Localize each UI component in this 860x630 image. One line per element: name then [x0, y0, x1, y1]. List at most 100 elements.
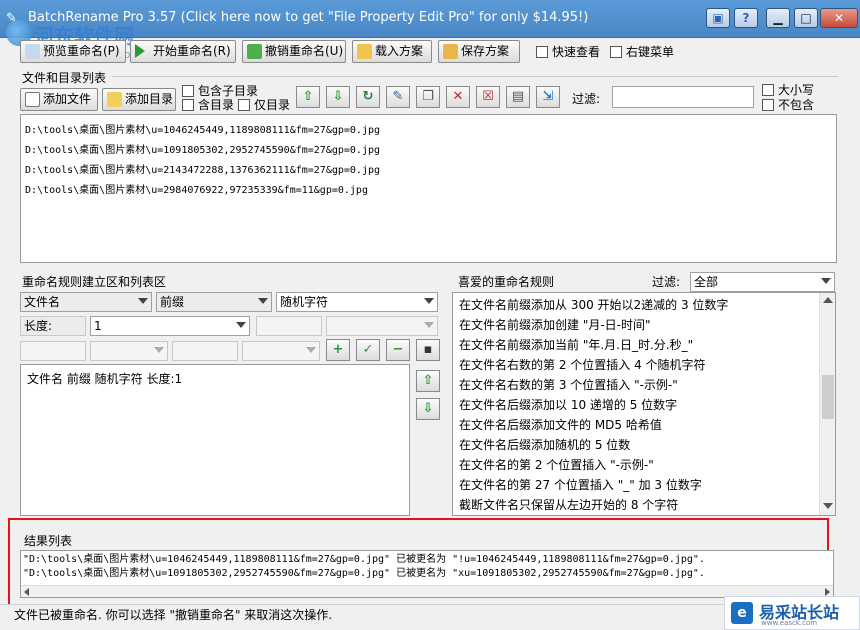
- load-scheme-button[interactable]: 载入方案: [352, 40, 432, 63]
- scroll-up-icon[interactable]: [823, 297, 833, 303]
- results-list[interactable]: "D:\tools\桌面\图片素材\u=1046245449,118980811…: [20, 550, 834, 598]
- favorite-rule-item[interactable]: 在文件名后缀添加文件的 MD5 哈希值: [453, 415, 835, 435]
- status-text: 文件已被重命名. 你可以选择 "撤销重命名" 来取消这次操作.: [14, 608, 333, 622]
- start-rename-button[interactable]: 开始重命名(R): [130, 40, 236, 63]
- result-list-item[interactable]: "D:\tools\桌面\图片素材\u=1046245449,118980811…: [23, 553, 833, 567]
- context-menu-checkbox[interactable]: 右键菜单: [610, 45, 674, 59]
- favorite-rule-item[interactable]: 在文件名右数的第 3 个位置插入 "-示例-": [453, 375, 835, 395]
- update-icon[interactable]: ▣: [706, 8, 730, 28]
- rule-items: 文件名 前缀 随机字符 长度:1: [27, 370, 409, 388]
- paste-icon[interactable]: ▤: [506, 86, 530, 108]
- chevron-down-icon: [138, 298, 148, 304]
- chevron-down-icon: [424, 322, 434, 328]
- window-title[interactable]: BatchRename Pro 3.57 (Click here now to …: [28, 10, 588, 25]
- remove-rule-icon[interactable]: −: [386, 339, 410, 361]
- file-list-item[interactable]: D:\tools\桌面\图片素材\u=1091805302,2952745590…: [25, 141, 836, 161]
- include-subdir-checkbox[interactable]: 包含子目录: [182, 84, 258, 98]
- file-filter-input[interactable]: [612, 86, 754, 108]
- file-items: D:\tools\桌面\图片素材\u=1046245449,1189808111…: [25, 121, 836, 201]
- maximize-button[interactable]: □: [794, 8, 818, 28]
- include-dir-checkbox[interactable]: 含目录: [182, 98, 234, 112]
- minimize-button[interactable]: ▁: [766, 8, 790, 28]
- case-sensitive-checkbox[interactable]: 大小写: [762, 83, 814, 97]
- clear-list-icon[interactable]: ☒: [476, 86, 500, 108]
- undo-icon: [247, 44, 262, 59]
- favorite-rule-item[interactable]: 截断文件名只保留从左边开始的 8 个字符: [453, 495, 835, 515]
- add-file-button[interactable]: 添加文件: [20, 88, 98, 111]
- corner-logo-url: www.easck.com: [761, 619, 818, 627]
- file-list-item[interactable]: D:\tools\桌面\图片素材\u=2143472288,1376362111…: [25, 161, 836, 181]
- undo-rename-button[interactable]: 撤销重命名(U): [242, 40, 346, 63]
- favorite-rule-item[interactable]: 在文件名后缀添加以 10 递增的 5 位数字: [453, 395, 835, 415]
- load-icon: [357, 44, 372, 59]
- close-button[interactable]: ✕: [820, 8, 858, 28]
- rule-position-select[interactable]: 前缀: [156, 292, 272, 312]
- favorites-filter-label: 过滤:: [652, 275, 681, 289]
- file-list[interactable]: D:\tools\桌面\图片素材\u=1046245449,1189808111…: [20, 114, 837, 263]
- favorite-rule-item[interactable]: 在文件名的第 2 个位置插入 "-示例-": [453, 455, 835, 475]
- export-icon[interactable]: ⇲: [536, 86, 560, 108]
- scroll-thumb[interactable]: [822, 375, 834, 419]
- favorite-rule-item[interactable]: 在文件名前缀添加创建 "月-日-时间": [453, 315, 835, 335]
- rule-move-up-icon[interactable]: ⇧: [416, 370, 440, 392]
- save-scheme-button[interactable]: 保存方案: [438, 40, 520, 63]
- refresh-icon[interactable]: ↻: [356, 86, 380, 108]
- scroll-down-icon[interactable]: [823, 503, 833, 509]
- file-list-item[interactable]: D:\tools\桌面\图片素材\u=1046245449,1189808111…: [25, 121, 836, 141]
- param-input-2: [20, 341, 86, 361]
- rule-move-down-icon[interactable]: ⇩: [416, 398, 440, 420]
- copy-icon[interactable]: ❐: [416, 86, 440, 108]
- favorite-rule-item[interactable]: 在文件名右数的第 2 个位置插入 4 个随机字符: [453, 355, 835, 375]
- rule-type-select[interactable]: 随机字符: [276, 292, 438, 312]
- favorite-rule-item[interactable]: 在文件名的第 27 个位置插入 "_" 加 3 位数字: [453, 475, 835, 495]
- results-title: 结果列表: [24, 534, 73, 548]
- favorite-rule-item[interactable]: 在文件名后缀添加随机的 5 位数: [453, 435, 835, 455]
- corner-logo: e 易采站长站 www.easck.com: [724, 596, 860, 630]
- rules-section-title: 重命名规则建立区和列表区: [22, 275, 167, 289]
- rule-list-item[interactable]: 文件名 前缀 随机字符 长度:1: [27, 370, 409, 388]
- scroll-right-icon[interactable]: [825, 588, 830, 596]
- exclude-checkbox[interactable]: 不包含: [762, 98, 814, 112]
- preview-rename-button[interactable]: 预览重命名(P): [20, 40, 126, 63]
- favorites-scrollbar[interactable]: [819, 293, 835, 515]
- result-items: "D:\tools\桌面\图片素材\u=1046245449,118980811…: [23, 553, 833, 581]
- move-down-icon[interactable]: ⇩: [326, 86, 350, 108]
- chevron-down-icon: [821, 278, 831, 284]
- length-label-box: 长度:: [20, 316, 86, 336]
- results-hscrollbar[interactable]: [21, 585, 833, 597]
- favorites-list[interactable]: 在文件名前缀添加从 300 开始以2递减的 3 位数字 在文件名前缀添加创建 "月…: [452, 292, 836, 516]
- corner-logo-icon: e: [731, 602, 753, 624]
- favorite-rule-item[interactable]: 在文件名前缀添加当前 "年.月.日_时.分.秒_": [453, 335, 835, 355]
- add-dir-button[interactable]: 添加目录: [102, 88, 176, 111]
- delete-icon[interactable]: ✕: [446, 86, 470, 108]
- apply-rule-icon[interactable]: ✓: [356, 339, 380, 361]
- favorite-rule-item[interactable]: 在文件名前缀添加从 300 开始以2递减的 3 位数字: [453, 295, 835, 315]
- favorites-title: 喜爱的重命名规则: [458, 275, 555, 289]
- dir-only-checkbox[interactable]: 仅目录: [238, 98, 290, 112]
- play-icon: [135, 44, 145, 58]
- preview-icon: [25, 44, 40, 59]
- help-icon[interactable]: ?: [734, 8, 758, 28]
- add-file-icon: [25, 92, 40, 107]
- files-section-title: 文件和目录列表: [22, 71, 107, 85]
- rule-list[interactable]: 文件名 前缀 随机字符 长度:1: [20, 364, 410, 516]
- edit-icon[interactable]: ✎: [386, 86, 410, 108]
- result-list-item[interactable]: "D:\tools\桌面\图片素材\u=1091805302,295274559…: [23, 567, 833, 581]
- files-section-divider: [112, 76, 838, 77]
- param-input-3: [172, 341, 238, 361]
- param-select-3: [242, 341, 320, 361]
- length-select[interactable]: 1: [90, 316, 250, 336]
- chevron-down-icon: [236, 322, 246, 328]
- chevron-down-icon: [306, 347, 316, 353]
- move-up-icon[interactable]: ⇧: [296, 86, 320, 108]
- quick-view-checkbox[interactable]: 快速查看: [536, 45, 600, 59]
- save-rule-icon[interactable]: ▪: [416, 339, 440, 361]
- save-scheme-icon: [443, 44, 458, 59]
- favorites-filter-select[interactable]: 全部: [690, 272, 835, 292]
- chevron-down-icon: [424, 298, 434, 304]
- add-rule-icon[interactable]: +: [326, 339, 350, 361]
- file-list-item[interactable]: D:\tools\桌面\图片素材\u=2984076922,97235339&f…: [25, 181, 836, 201]
- scroll-left-icon[interactable]: [24, 588, 29, 596]
- rule-target-select[interactable]: 文件名: [20, 292, 152, 312]
- chevron-down-icon: [154, 347, 164, 353]
